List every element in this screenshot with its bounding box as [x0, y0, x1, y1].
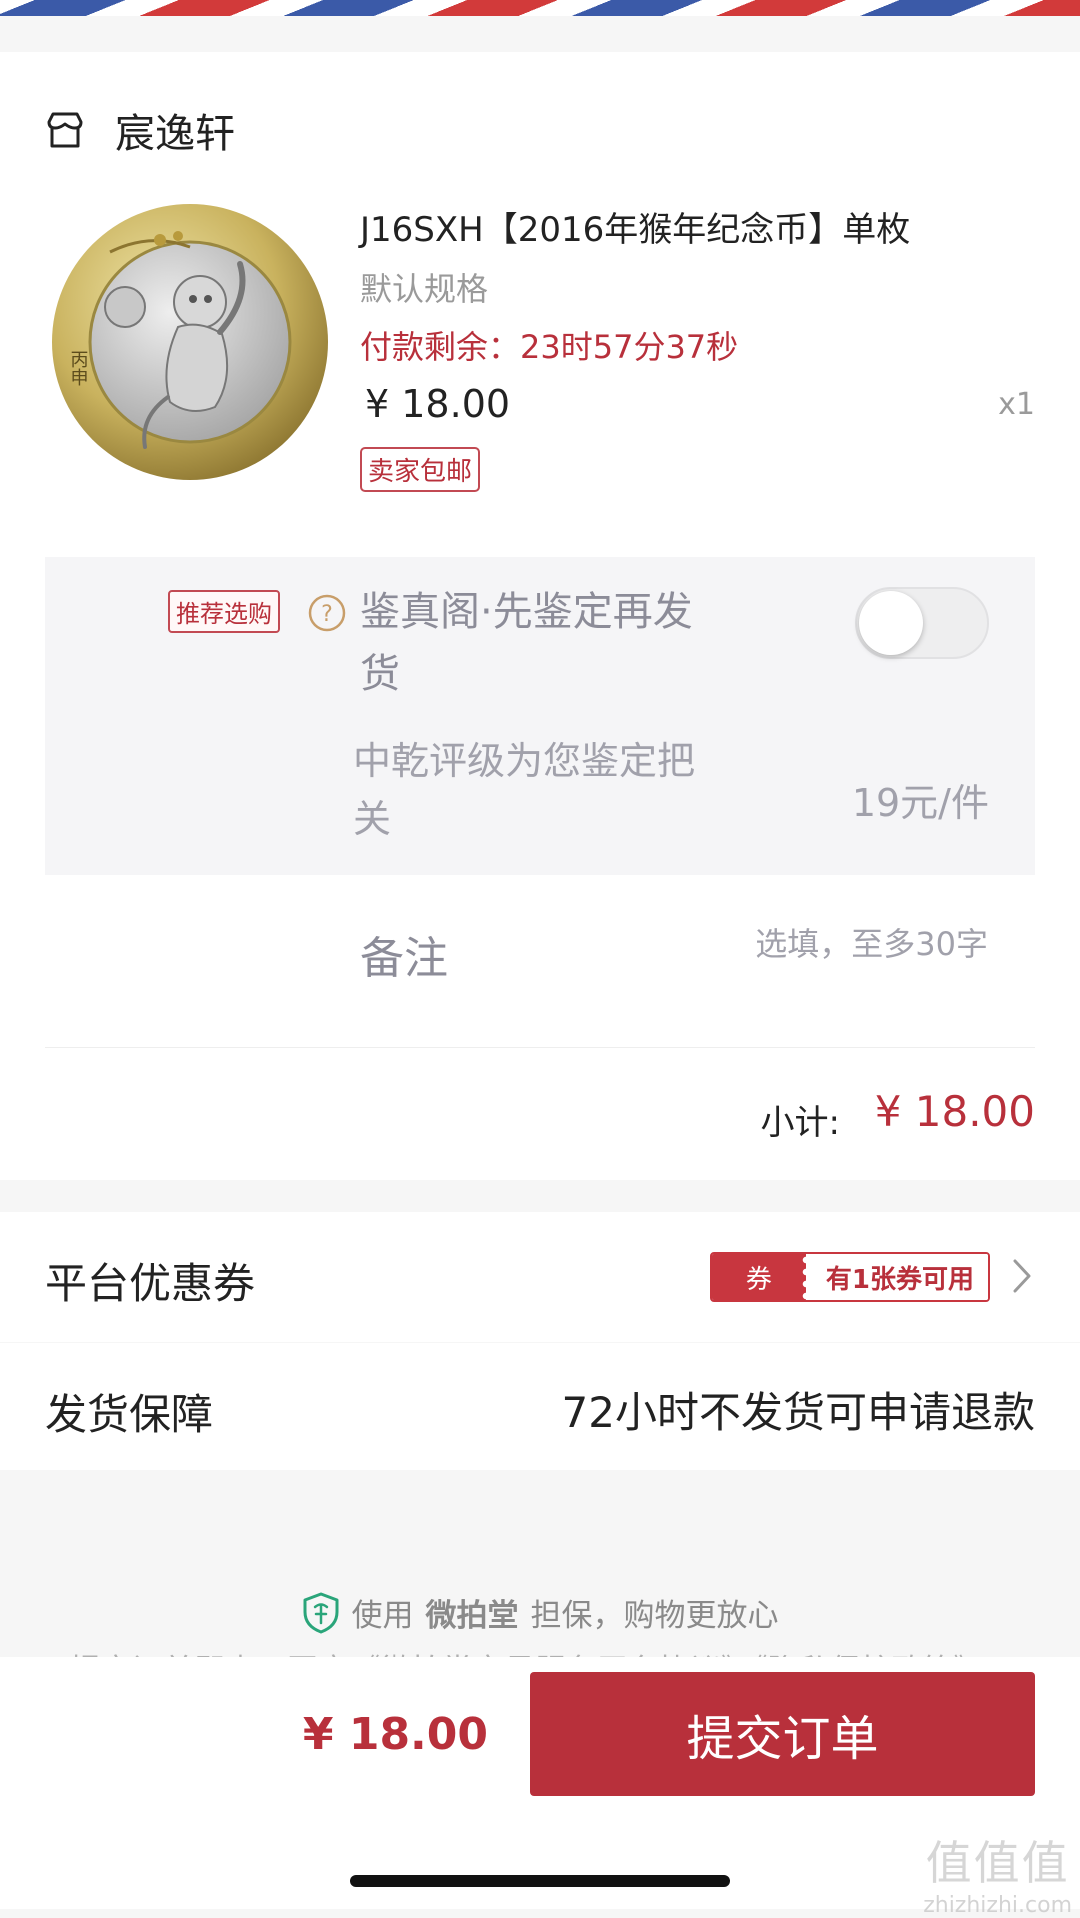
coupon-label: 平台优惠券: [45, 1259, 256, 1308]
shield-icon: [303, 1592, 338, 1633]
product-quantity: x1: [998, 387, 1035, 422]
home-indicator[interactable]: [350, 1875, 730, 1887]
product-title[interactable]: J16SXH【2016年猴年纪念币】单枚: [360, 202, 910, 251]
coupon-row[interactable]: 平台优惠券 券 有1张券可用: [0, 1212, 1080, 1342]
divider: [45, 1047, 1035, 1048]
watermark: 值值值 zhizhizhi.com: [923, 1827, 1072, 1918]
subtotal-value: ¥ 18.00: [874, 1087, 1035, 1136]
submit-order-button[interactable]: 提交订单: [530, 1672, 1035, 1796]
coin-inscription: 丙申: [68, 350, 89, 386]
help-glyph: ?: [321, 602, 333, 627]
checkout-bar: ¥ 18.00 提交订单 值值值 zhizhizhi.com: [0, 1657, 1080, 1918]
watermark-glyphs: 值值值: [925, 1836, 1070, 1890]
coupon-badge[interactable]: 券 有1张券可用: [709, 1252, 990, 1302]
chevron-right-icon[interactable]: [1012, 1258, 1032, 1294]
assurance-suffix: 担保，购物更放心: [530, 1598, 779, 1634]
coupon-badge-icon: 券: [711, 1254, 811, 1300]
watermark-url: zhizhizhi.com: [923, 1893, 1072, 1918]
coupon-available-text: 有1张券可用: [805, 1254, 988, 1300]
assurance-line: 使用 微拍堂 担保，购物更放心: [0, 1590, 1080, 1635]
shipping-guarantee-row: 发货保障 72小时不发货可申请退款: [0, 1343, 1080, 1470]
appraisal-toggle[interactable]: [855, 587, 989, 659]
product-spec: 默认规格: [360, 270, 489, 308]
assurance-prefix: 使用: [351, 1598, 414, 1634]
appraisal-price: 19元/件: [851, 781, 989, 825]
airmail-border: [0, 0, 1080, 22]
store-icon: [47, 112, 83, 148]
subtotal-label: 小计:: [760, 1103, 840, 1143]
product-price: ¥ 18.00: [365, 382, 511, 426]
store-name: 宸逸轩: [115, 111, 235, 157]
store-row[interactable]: 宸逸轩: [45, 100, 235, 160]
brand-name: 微拍堂: [425, 1598, 519, 1634]
toggle-knob: [859, 591, 923, 655]
order-card: 宸逸轩 丙申 J16SXH【2016年猴年纪念币】单枚 默认规格 付款剩余：23…: [0, 52, 1080, 1180]
payment-countdown: 付款剩余：23时57分37秒: [360, 328, 739, 366]
appraisal-description: 中乾评级为您鉴定把关: [353, 739, 696, 841]
recommend-tag: 推荐选购: [168, 590, 280, 633]
remark-label: 备注: [360, 933, 448, 984]
appraisal-title: 鉴真阁·先鉴定再发货: [360, 589, 693, 697]
remark-input[interactable]: [626, 924, 990, 964]
guarantee-value: 72小时不发货可申请退款: [561, 1388, 1035, 1437]
appraisal-service-box: 推荐选购 ? 鉴真阁·先鉴定再发货 中乾评级为您鉴定把关 19元/件: [45, 557, 1035, 875]
guarantee-label: 发货保障: [45, 1390, 214, 1439]
help-icon[interactable]: ?: [307, 593, 347, 633]
coin-image[interactable]: 丙申: [50, 202, 330, 482]
free-shipping-tag: 卖家包邮: [360, 447, 481, 492]
total-price: ¥ 18.00: [302, 1709, 488, 1760]
